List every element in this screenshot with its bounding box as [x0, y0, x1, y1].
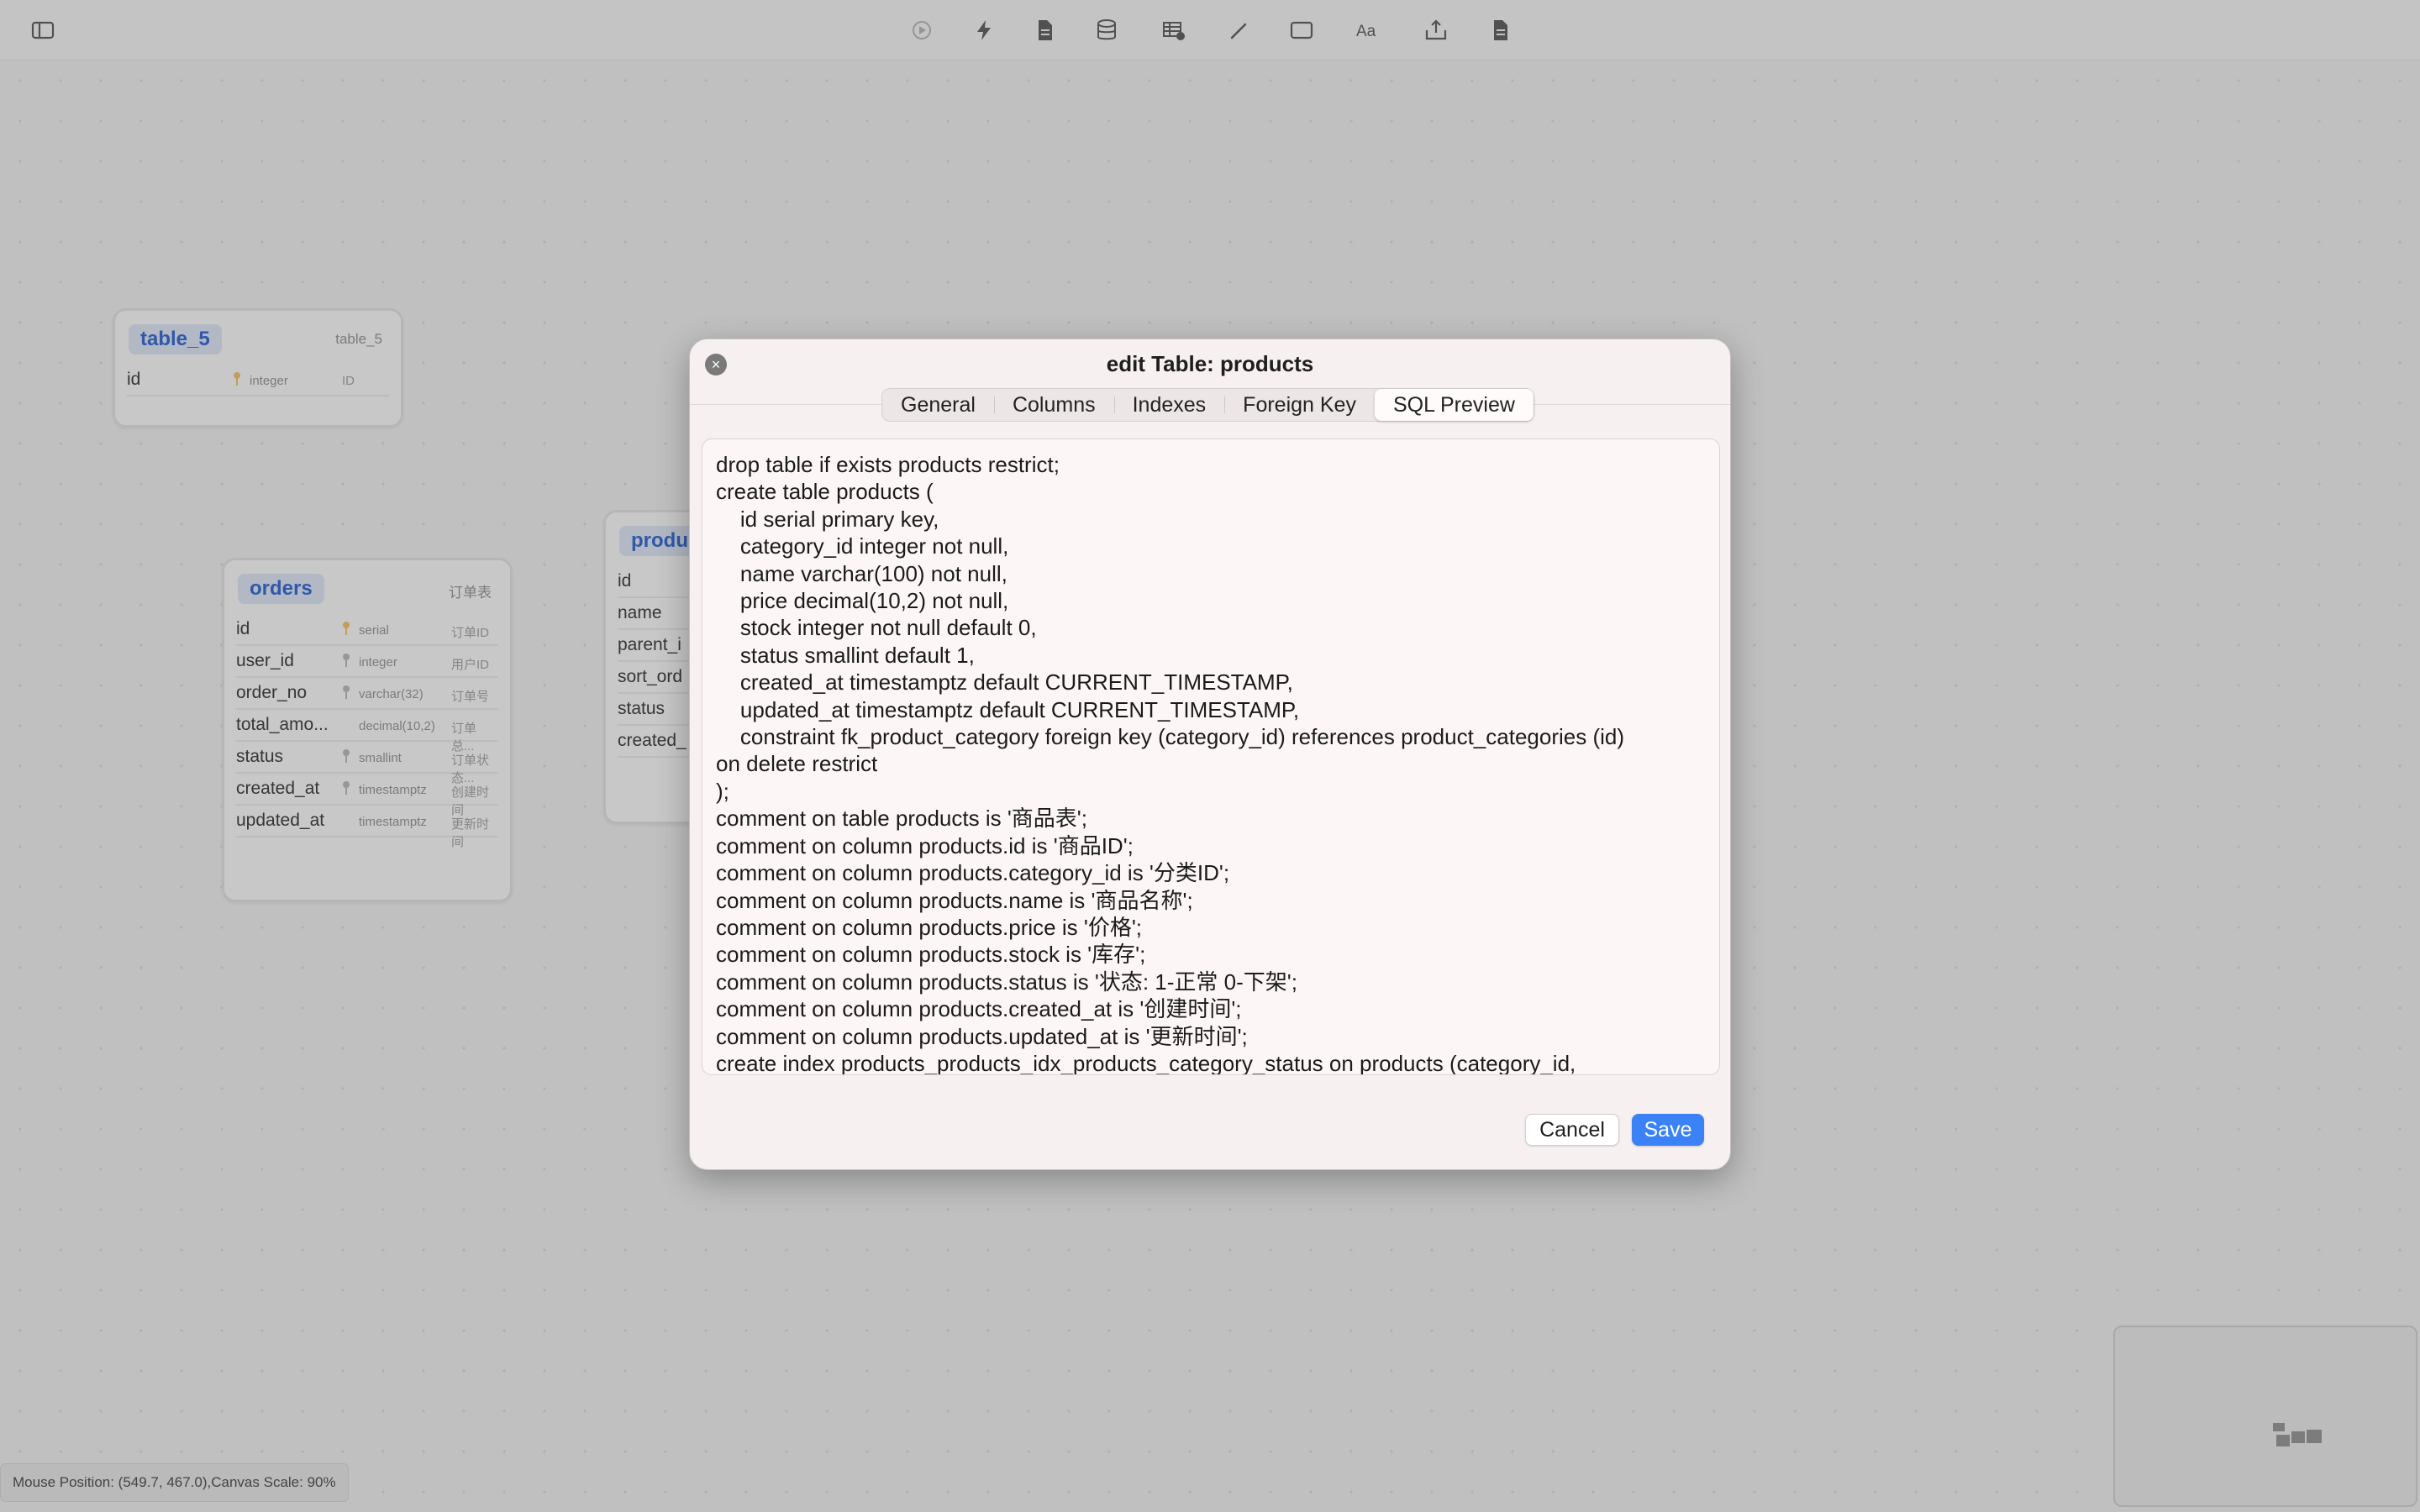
tab-foreign-key[interactable]: Foreign Key: [1224, 389, 1375, 421]
dialog-title: edit Table: products: [1106, 351, 1314, 376]
save-button[interactable]: Save: [1632, 1114, 1704, 1146]
sql-preview-text: drop table if exists products restrict; …: [716, 452, 1625, 1075]
tab-bar: General Columns Indexes Foreign Key SQL …: [881, 388, 1534, 422]
cancel-button[interactable]: Cancel: [1525, 1114, 1619, 1146]
tab-general[interactable]: General: [882, 389, 994, 421]
tab-columns[interactable]: Columns: [993, 389, 1114, 421]
tab-indexes[interactable]: Indexes: [1113, 389, 1225, 421]
edit-table-dialog: × edit Table: products General Columns I…: [689, 339, 1731, 1170]
tab-sql-preview[interactable]: SQL Preview: [1374, 389, 1534, 421]
sql-preview-textarea[interactable]: drop table if exists products restrict; …: [702, 438, 1720, 1075]
